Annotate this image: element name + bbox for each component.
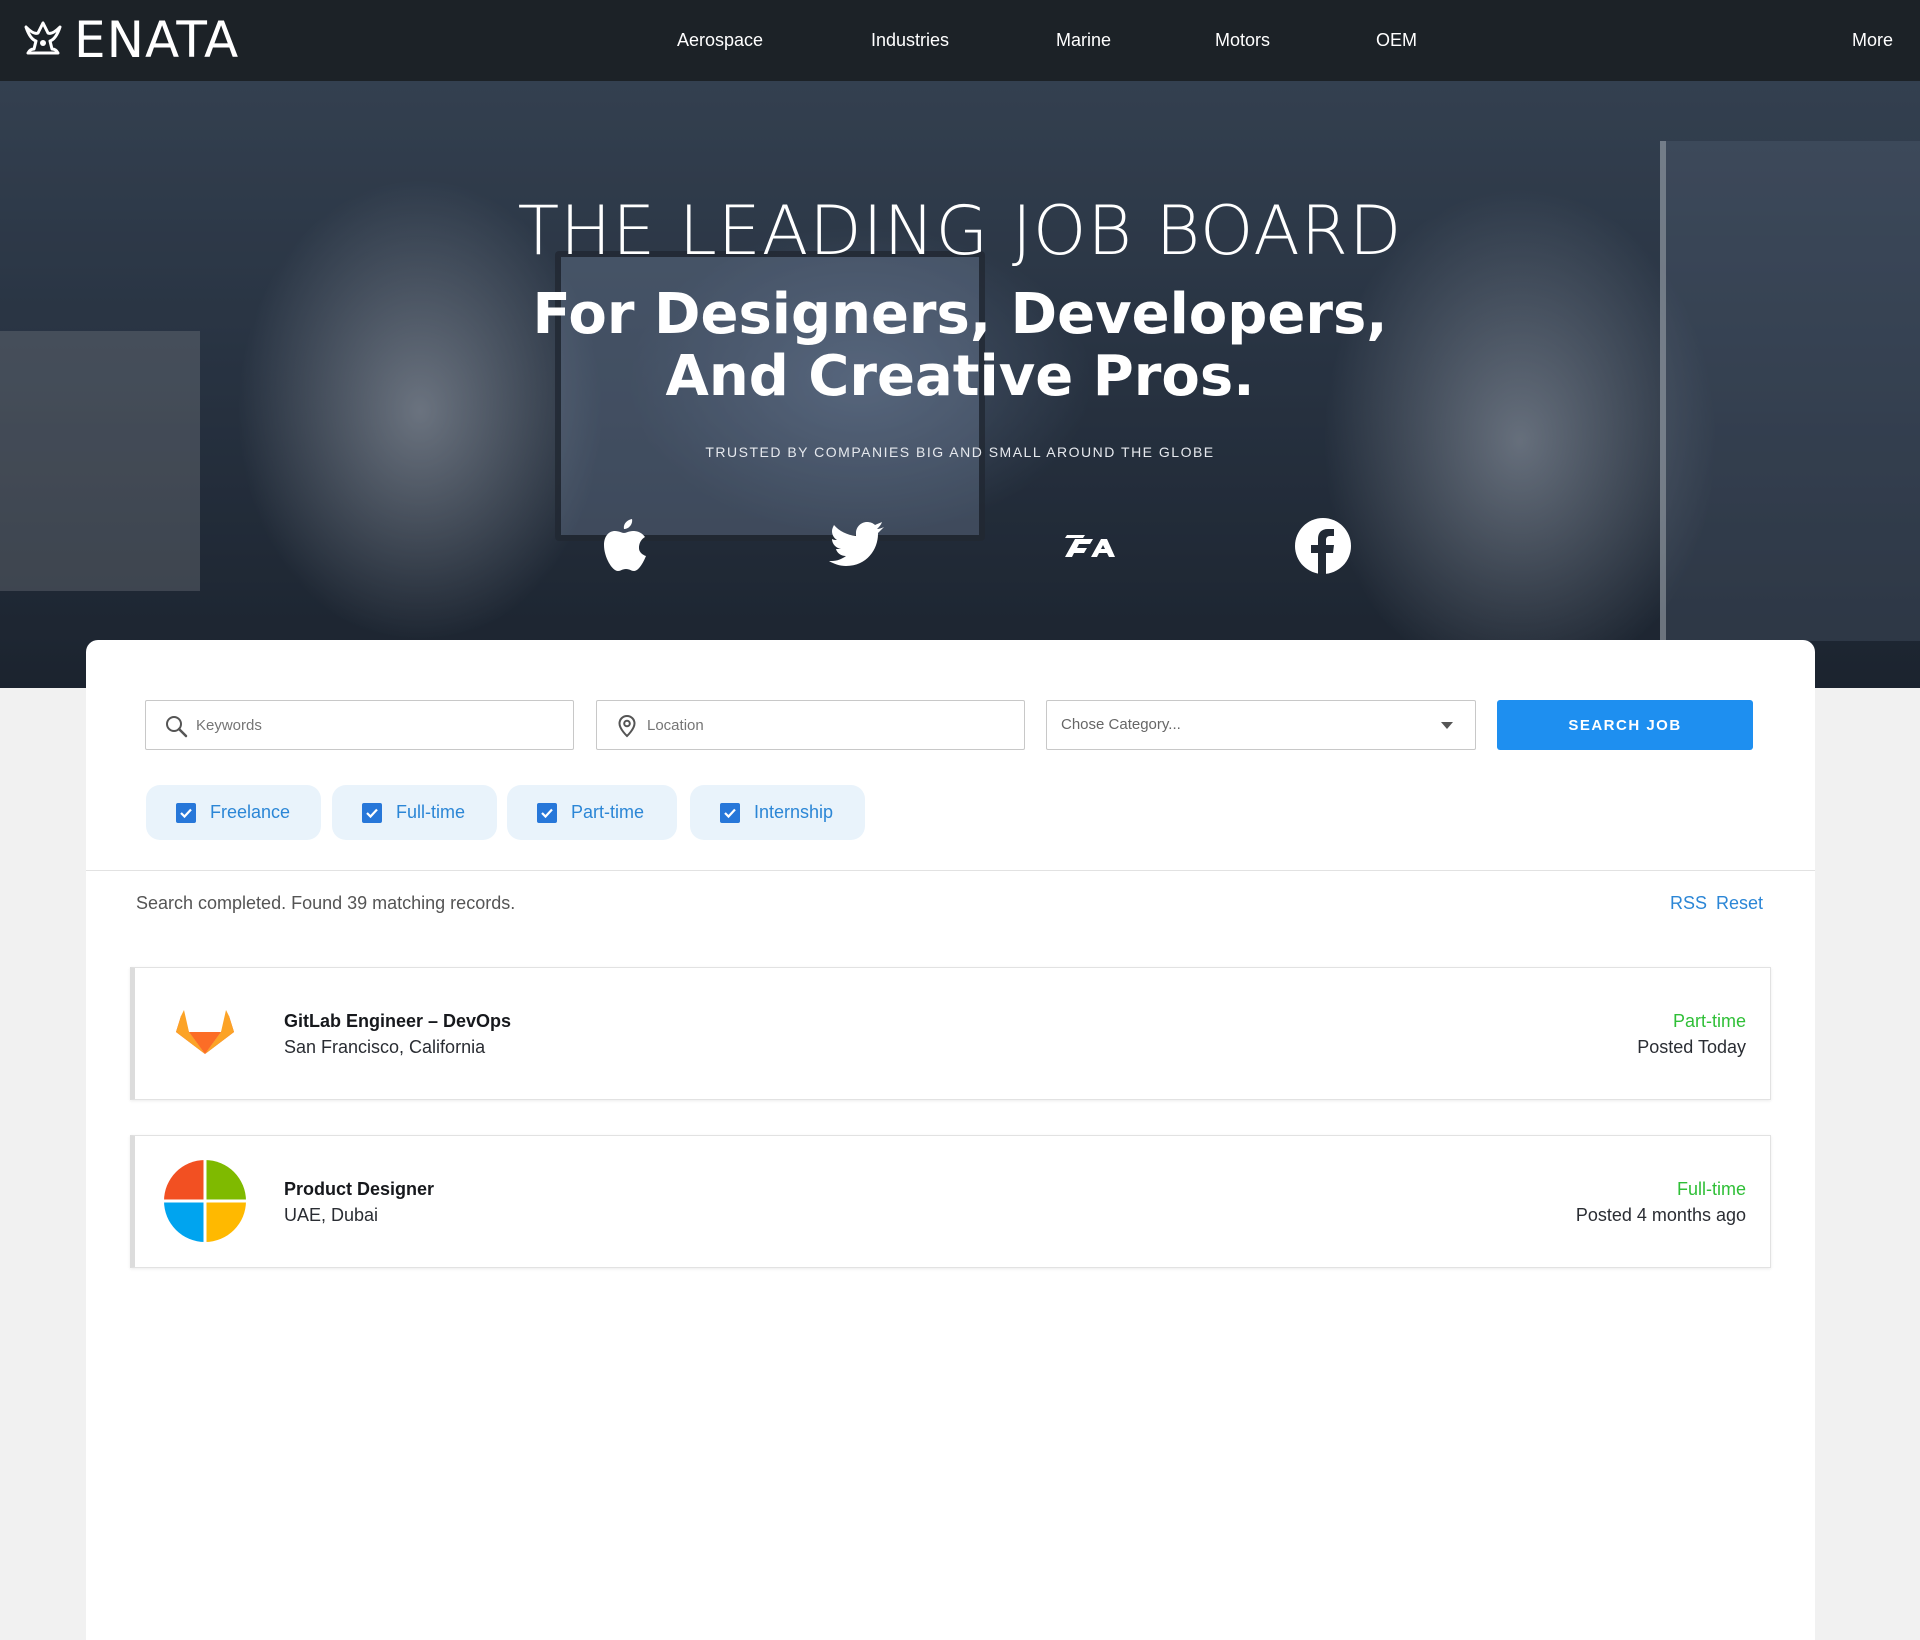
filter-part-time[interactable]: Part-time (507, 785, 677, 840)
chevron-down-icon (1441, 722, 1453, 729)
crown-anchor-logo-icon (24, 21, 62, 55)
search-job-button[interactable]: SEARCH JOB (1497, 700, 1753, 750)
location-field[interactable] (596, 700, 1025, 750)
checkbox-checked-icon[interactable] (537, 803, 557, 823)
reset-link[interactable]: Reset (1716, 893, 1763, 914)
checkbox-checked-icon[interactable] (176, 803, 196, 823)
filter-label: Internship (754, 802, 834, 822)
job-posted-date: Posted 4 months ago (1575, 1205, 1746, 1225)
search-panel: Chose Category... SEARCH JOB Freelance F… (86, 640, 1815, 1640)
hero-title-line2: And Creative Pros. (665, 344, 1255, 409)
twitter-icon (829, 522, 884, 566)
nav-item-more[interactable]: More (1852, 0, 1893, 81)
job-listing[interactable]: GitLab Engineer – DevOps San Francisco, … (130, 967, 1771, 1100)
nav-item-industries[interactable]: Industries (871, 0, 949, 81)
filter-full-time[interactable]: Full-time (332, 785, 497, 840)
category-select-value: Chose Category... (1061, 716, 1181, 733)
hero-subtitle: TRUSTED BY COMPANIES BIG AND SMALL AROUN… (705, 444, 1215, 460)
results-status: Search completed. Found 39 matching reco… (136, 893, 516, 913)
hero-title-line1: For Designers, Developers, (532, 282, 1388, 347)
filter-label: Full-time (396, 802, 466, 822)
nav-item-motors[interactable]: Motors (1215, 0, 1270, 81)
map-pin-icon (618, 714, 636, 738)
nav-item-oem[interactable]: OEM (1376, 0, 1417, 81)
filter-internship[interactable]: Internship (690, 785, 865, 840)
gitlab-logo-icon (176, 1010, 234, 1054)
rss-link[interactable]: RSS (1670, 893, 1707, 914)
job-location: UAE, Dubai (284, 1205, 379, 1225)
apple-icon (604, 519, 646, 571)
windows-colors-logo-icon (164, 1160, 246, 1242)
brand-logo[interactable]: ENATA (22, 14, 239, 66)
checkbox-checked-icon[interactable] (720, 803, 740, 823)
filter-freelance[interactable]: Freelance (146, 785, 321, 840)
ea-icon (1065, 535, 1115, 557)
job-location: San Francisco, California (284, 1037, 486, 1057)
search-icon (166, 716, 188, 738)
filter-label: Freelance (210, 802, 291, 822)
checkbox-checked-icon[interactable] (362, 803, 382, 823)
job-title[interactable]: Product Designer (284, 1179, 434, 1200)
nav-item-marine[interactable]: Marine (1056, 0, 1111, 81)
hero-title: For Designers, Developers, And Creative … (0, 284, 1920, 408)
job-title[interactable]: GitLab Engineer – DevOps (284, 1011, 511, 1032)
keywords-field[interactable] (145, 700, 574, 750)
nav-item-aerospace[interactable]: Aerospace (677, 0, 763, 81)
top-nav: ENATA Aerospace Industries Marine Motors… (0, 0, 1920, 81)
facebook-icon (1295, 518, 1351, 574)
job-listing[interactable]: Product Designer UAE, Dubai Full-time Po… (130, 1135, 1771, 1268)
location-input[interactable] (647, 701, 1014, 749)
job-type: Part-time (1672, 1011, 1746, 1031)
filter-label: Part-time (571, 802, 645, 822)
hero-kicker: THE LEADING JOB BOARD (517, 192, 1403, 271)
keywords-input[interactable] (196, 701, 563, 749)
category-select[interactable]: Chose Category... (1046, 700, 1476, 750)
job-posted-date: Posted Today (1637, 1037, 1746, 1057)
job-type: Full-time (1676, 1179, 1746, 1199)
divider (86, 870, 1815, 871)
brand-name: ENATA (74, 11, 240, 69)
hero-banner: THE LEADING JOB BOARD For Designers, Dev… (0, 81, 1920, 688)
